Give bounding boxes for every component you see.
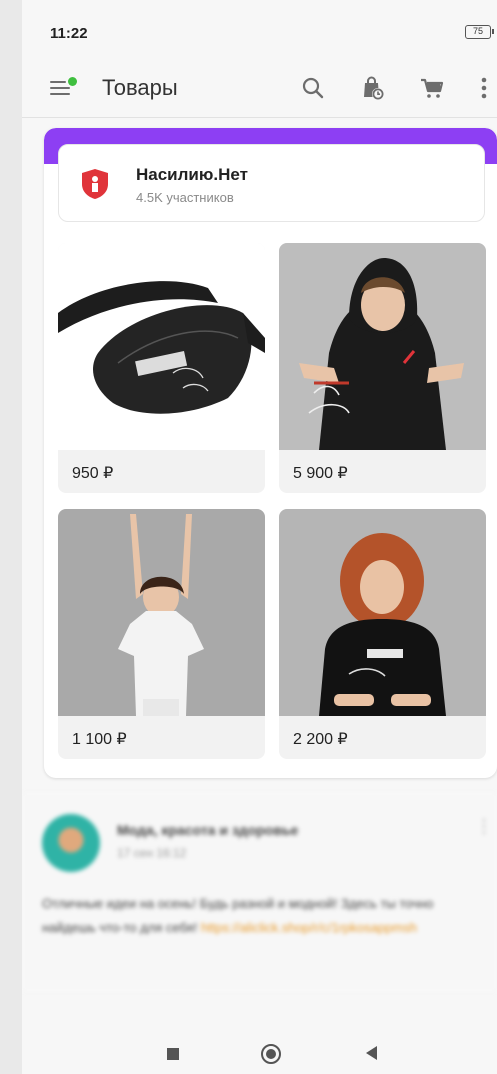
more-icon[interactable]: ⋮ <box>475 816 493 837</box>
status-time: 11:22 <box>50 25 88 42</box>
post-link[interactable]: https://aliclick.shop/r/c/1rpkosappmsh <box>201 920 417 935</box>
product-card[interactable]: 950 ₽ <box>58 243 265 493</box>
product-image-white-tshirt <box>58 509 265 716</box>
notification-dot <box>68 77 77 86</box>
shield-logo-icon <box>82 169 108 199</box>
page-title: Товары <box>102 75 178 100</box>
phone-screen: 11:22 75 Товары Насилию.Нет 4.5K участни… <box>22 0 497 1074</box>
product-image-belt-bag <box>58 243 265 450</box>
product-price: 2 200 ₽ <box>293 731 348 748</box>
more-icon[interactable] <box>476 74 492 102</box>
product-price: 1 100 ₽ <box>72 731 127 748</box>
community-members: 4.5K участников <box>136 190 234 205</box>
recent-apps-icon[interactable] <box>167 1048 179 1060</box>
avatar[interactable] <box>42 814 100 872</box>
shopping-bag-icon[interactable] <box>359 74 387 102</box>
back-icon[interactable] <box>366 1046 377 1060</box>
home-icon[interactable] <box>261 1044 281 1064</box>
feed-post[interactable]: Мода, красота и здоровье 17 сен 16:12 ⋮ … <box>22 792 497 992</box>
post-date: 17 сен 16:12 <box>117 846 187 860</box>
menu-icon[interactable] <box>50 77 77 98</box>
product-card[interactable]: 5 900 ₽ <box>279 243 486 493</box>
search-icon[interactable] <box>299 74 327 102</box>
post-author[interactable]: Мода, красота и здоровье <box>117 822 298 838</box>
battery-icon: 75 <box>465 25 494 39</box>
system-nav-bar <box>22 1030 497 1074</box>
post-text: Отличные идеи на осень! Будь разной и мо… <box>42 892 482 940</box>
product-card[interactable]: 2 200 ₽ <box>279 509 486 759</box>
product-image-black-tshirt <box>279 509 486 716</box>
community-name: Насилию.Нет <box>136 165 248 184</box>
status-bar: 11:22 75 <box>22 0 497 62</box>
toolbar: Товары <box>22 62 497 118</box>
cart-icon[interactable] <box>418 74 446 102</box>
product-image-hoodie <box>279 243 486 450</box>
product-price: 950 ₽ <box>72 465 114 482</box>
product-price: 5 900 ₽ <box>293 465 348 482</box>
community-header[interactable]: Насилию.Нет 4.5K участников <box>58 144 485 222</box>
product-card[interactable]: 1 100 ₽ <box>58 509 265 759</box>
market-card: Насилию.Нет 4.5K участников 950 ₽ 5 900 … <box>44 128 497 778</box>
